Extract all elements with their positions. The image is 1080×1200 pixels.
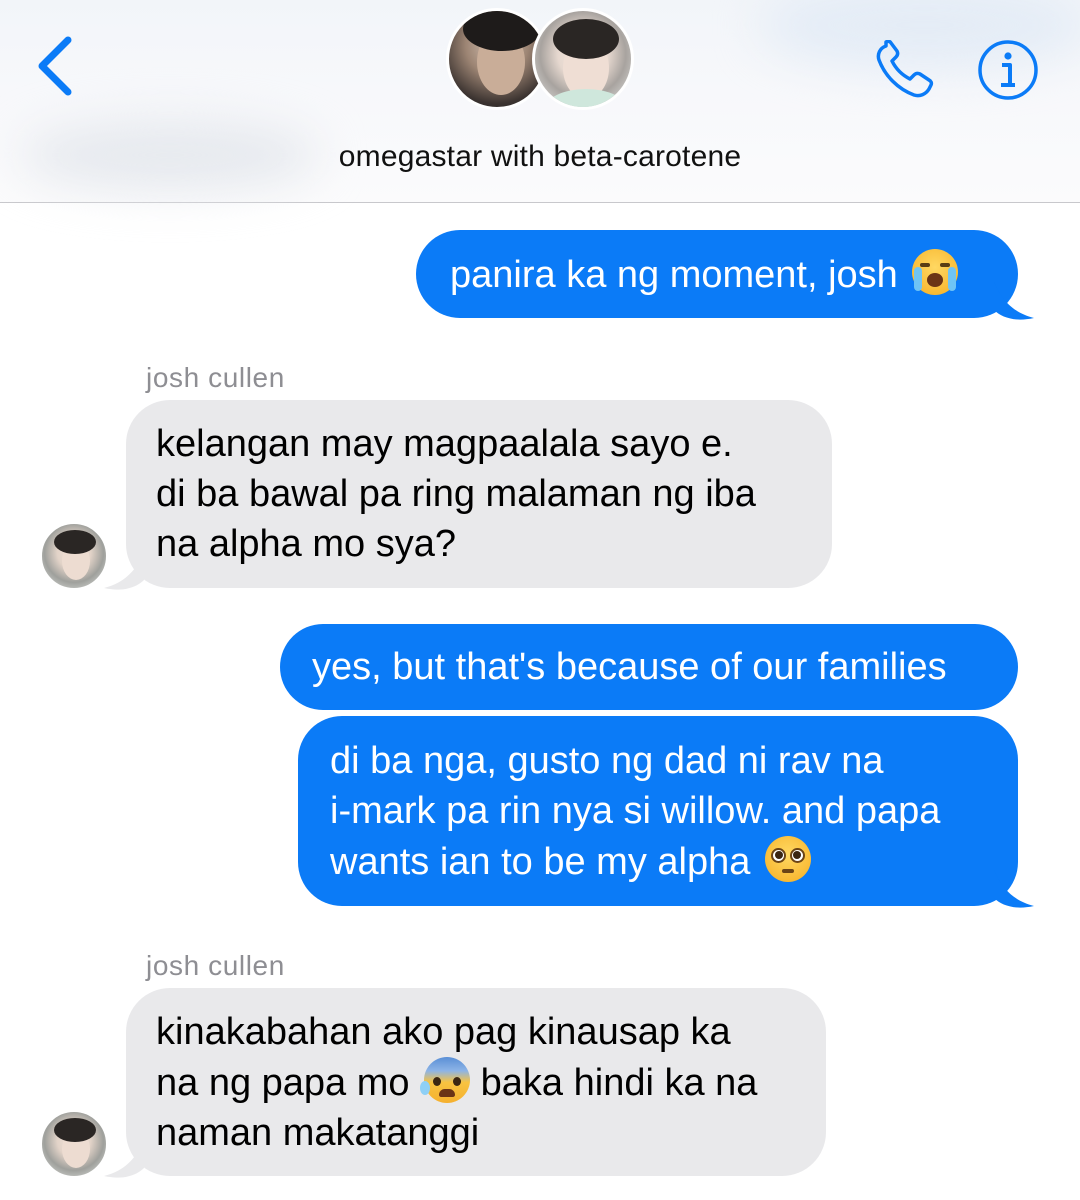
message-text: yes, but that's because of our families [312,646,947,688]
outgoing-message[interactable]: di ba nga, gusto ng dad ni rav na i-mark… [298,716,1018,906]
anxious-face-with-sweat-icon [420,1057,471,1103]
message-text: wants ian to be my alpha [330,841,751,883]
avatar-hair [553,19,619,59]
avatar [532,8,634,110]
message-text: di ba nga, gusto ng dad ni rav na [330,740,884,782]
avatar-hair [463,11,541,51]
outgoing-message[interactable]: panira ka ng moment, josh [416,230,1018,318]
conversation-header: omegastar with beta-carotene [0,0,1080,203]
outgoing-message[interactable]: yes, but that's because of our families [280,624,1018,710]
group-avatars[interactable] [446,8,646,112]
pleading-face-icon [764,836,811,882]
sender-name: josh cullen [146,950,285,981]
bubble-tail [104,552,144,590]
phone-icon[interactable] [874,40,938,100]
avatar-shirt [545,89,627,107]
message-text: baka hindi ka na [480,1062,758,1104]
avatar[interactable] [40,522,108,590]
chevron-left-icon[interactable] [34,36,78,96]
incoming-message[interactable]: kelangan may magpaalala sayo e. di ba ba… [126,400,832,588]
message-text: di ba bawal pa ring malaman ng iba [156,473,756,515]
bubble-tail [994,282,1034,320]
info-icon[interactable] [976,38,1040,102]
message-text: na alpha mo sya? [156,523,456,565]
conversation-title: omegastar with beta-carotene [338,140,742,173]
bubble-tail [104,1140,144,1178]
sender-name: josh cullen [146,362,285,393]
loudly-crying-face-icon [912,249,959,295]
message-text: kelangan may magpaalala sayo e. [156,423,733,465]
message-text: i-mark pa rin nya si willow. and papa [330,790,941,832]
message-text: na ng papa mo [156,1062,410,1104]
message-text: panira ka ng moment, josh [450,254,898,296]
message-text: naman makatanggi [156,1112,480,1154]
bubble-tail [994,870,1034,908]
message-text: kinakabahan ako pag kinausap ka [156,1011,731,1053]
incoming-message[interactable]: kinakabahan ako pag kinausap ka na ng pa… [126,988,826,1176]
avatar[interactable] [40,1110,108,1178]
